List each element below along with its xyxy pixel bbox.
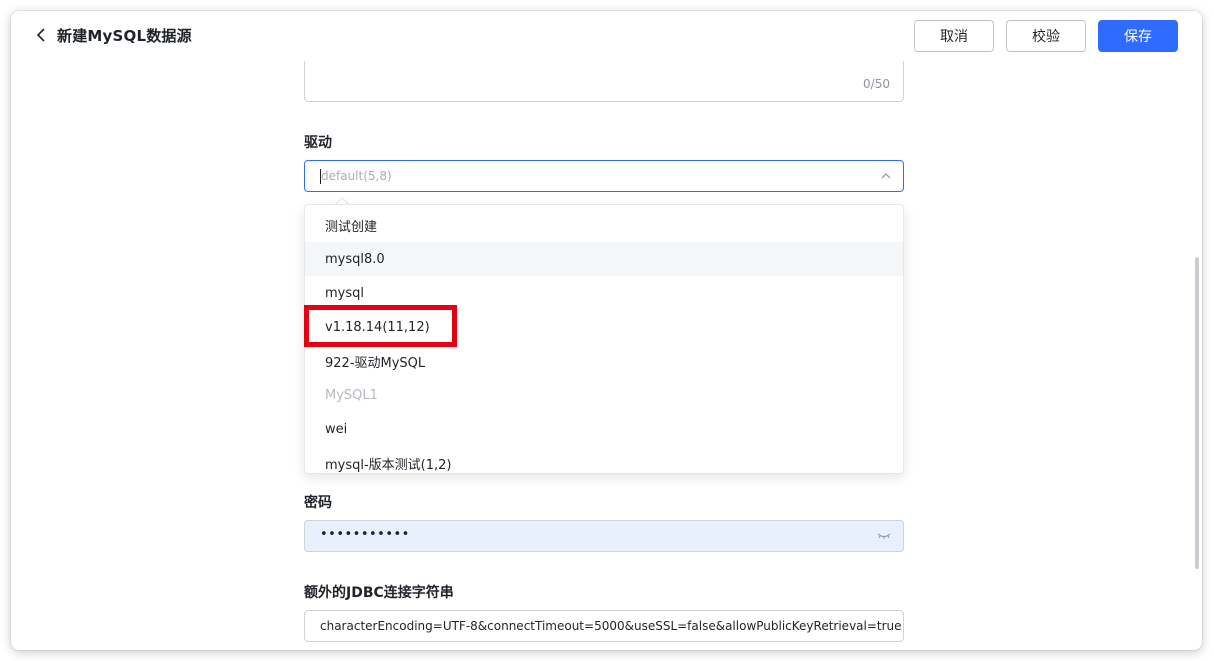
driver-option[interactable]: 922-驱动MySQL [305,344,903,378]
password-value: ••••••••••• [320,527,410,542]
chevron-up-icon[interactable] [879,169,893,183]
driver-select[interactable]: default(5,8) [304,160,904,192]
driver-placeholder: default(5,8) [321,169,392,183]
password-label: 密码 [304,495,332,511]
driver-option[interactable]: mysql8.0 [305,242,903,276]
eye-closed-icon[interactable] [877,531,891,541]
char-count: 0/50 [863,77,890,91]
verify-button[interactable]: 校验 [1006,20,1086,52]
chevron-left-icon[interactable] [33,26,49,44]
driver-option[interactable]: wei [305,412,903,446]
jdbc-value: characterEncoding=UTF-8&connectTimeout=5… [320,619,902,633]
datasource-form: 0/50 驱动 default(5,8) 测试创建 mysql8.0 mysql… [304,11,904,650]
page-title: 新建MySQL数据源 [57,27,192,45]
driver-option[interactable]: mysql-版本测试(1,2) [305,446,903,473]
app-window: 新建MySQL数据源 取消 校验 保存 0/50 驱动 default(5,8)… [11,11,1202,650]
scrollbar[interactable] [1195,257,1199,569]
driver-option[interactable]: 测试创建 [305,208,903,242]
jdbc-input[interactable]: characterEncoding=UTF-8&connectTimeout=5… [304,610,904,642]
jdbc-label: 额外的JDBC连接字符串 [304,585,454,601]
save-button[interactable]: 保存 [1098,20,1178,52]
description-textarea[interactable]: 0/50 [304,61,904,102]
annotation-highlight-box [304,305,457,347]
cancel-button[interactable]: 取消 [914,20,994,52]
driver-option-disabled: MySQL1 [325,387,378,403]
password-input[interactable]: ••••••••••• [304,520,904,552]
driver-label: 驱动 [304,135,332,151]
